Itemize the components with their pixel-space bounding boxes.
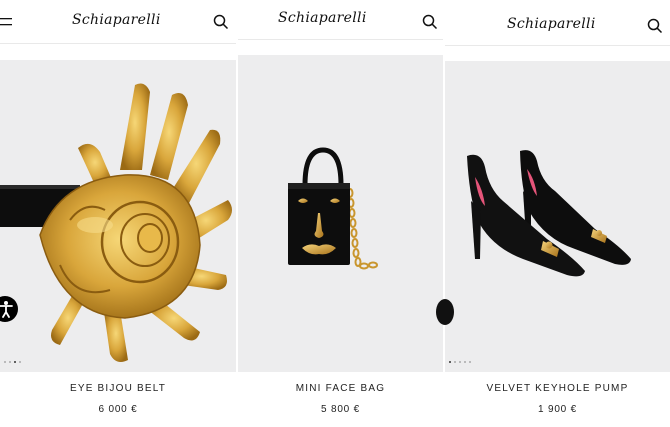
product-price: 5 800 € — [321, 404, 360, 415]
product-name[interactable]: MINI FACE BAG — [238, 383, 443, 394]
product-image-pump[interactable] — [445, 61, 670, 372]
brand-logo[interactable]: Schiaparelli — [278, 10, 367, 26]
product-info: MINI FACE BAG 5 800 € — [238, 383, 443, 415]
product-panel-belt: Schiaparelli EYE BIJOU BELT 6 000 € — [0, 0, 236, 427]
carousel-dot[interactable] — [4, 361, 6, 363]
product-image-belt[interactable] — [0, 60, 236, 372]
brand-logo[interactable]: Schiaparelli — [72, 12, 161, 28]
carousel-dots[interactable] — [449, 361, 471, 363]
site-header: Schiaparelli — [445, 0, 670, 46]
carousel-dot[interactable] — [449, 361, 451, 363]
velvet-keyhole-pump-illustration — [467, 150, 631, 277]
search-icon[interactable] — [647, 18, 663, 34]
site-header: Schiaparelli — [0, 0, 236, 44]
product-info: VELVET KEYHOLE PUMP 1 900 € — [445, 383, 670, 415]
carousel-dot[interactable] — [459, 361, 461, 363]
menu-icon[interactable] — [0, 17, 12, 27]
carousel-dots[interactable] — [4, 361, 21, 363]
product-name[interactable]: VELVET KEYHOLE PUMP — [445, 383, 670, 394]
accessibility-icon — [0, 301, 13, 318]
product-price: 1 900 € — [538, 404, 577, 415]
product-name[interactable]: EYE BIJOU BELT — [0, 383, 236, 394]
carousel-dot[interactable] — [9, 361, 11, 363]
product-price: 6 000 € — [98, 404, 138, 415]
mini-face-bag-illustration — [288, 147, 378, 270]
search-icon[interactable] — [213, 14, 229, 30]
brand-logo[interactable]: Schiaparelli — [507, 16, 596, 32]
carousel-dot[interactable] — [14, 361, 16, 363]
accessibility-button[interactable] — [0, 296, 18, 322]
product-info: EYE BIJOU BELT 6 000 € — [0, 383, 236, 415]
eye-bijou-belt-illustration — [0, 83, 232, 362]
carousel-dot[interactable] — [469, 361, 471, 363]
carousel-dot[interactable] — [19, 361, 21, 363]
product-panel-bag: Schiaparelli MINI FACE BAG 5 800 € — [238, 0, 443, 427]
product-image-bag[interactable] — [238, 55, 443, 372]
carousel-dot[interactable] — [464, 361, 466, 363]
product-panel-pump: Schiaparelli VELVET KEYHOLE PUMP 1 900 € — [445, 0, 670, 427]
carousel-dot[interactable] — [454, 361, 456, 363]
carousel-nav-button[interactable] — [436, 299, 454, 325]
search-icon[interactable] — [422, 14, 438, 30]
site-header: Schiaparelli — [238, 0, 443, 40]
